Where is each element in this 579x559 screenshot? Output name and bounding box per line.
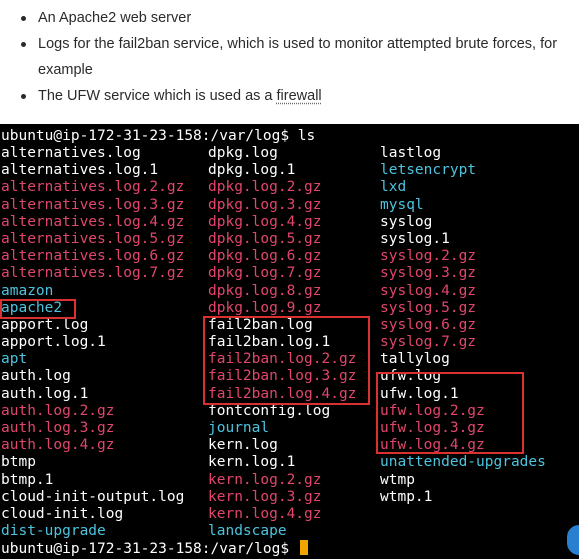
ls-entry-archive: dpkg.log.7.gz [208, 265, 322, 282]
apache2-highlight-box [0, 299, 76, 319]
ls-entry-dir: amazon [1, 282, 54, 299]
ls-entry-dir: mysql [380, 196, 424, 213]
bullet-apache2: An Apache2 web server [21, 5, 578, 31]
ls-entry-dir: landscape [208, 523, 287, 540]
site-logo-icon [567, 525, 579, 555]
ls-entry-archive: alternatives.log.5.gz [1, 230, 185, 247]
ls-entry-dir: apt [1, 351, 28, 368]
ls-entry-file: auth.log [1, 368, 71, 385]
bullet-text: Logs for the fail2ban service, which is … [38, 36, 558, 78]
ls-entry-archive: dpkg.log.5.gz [208, 230, 322, 247]
ls-entry-file: cloud-init.log [1, 505, 124, 522]
ls-entry-file: wtmp [380, 471, 415, 488]
ls-entry-archive: alternatives.log.4.gz [1, 213, 185, 230]
ls-entry-file: syslog [380, 213, 433, 230]
ls-entry-file: apport.log [1, 316, 89, 333]
ls-entry-archive: auth.log.3.gz [1, 420, 115, 436]
terminal-window[interactable]: ubuntu@ip-172-31-23-158:/var/log$ ls alt… [0, 124, 579, 559]
ls-entry-dir: dist-upgrade [1, 523, 106, 540]
ls-entry-archive: dpkg.log.4.gz [208, 213, 322, 230]
ls-entry-archive: syslog.3.gz [380, 265, 477, 282]
ls-entry-dir: lxd [380, 179, 407, 196]
ls-entry-file: syslog.1 [380, 230, 450, 247]
article-excerpt: An Apache2 web server Logs for the fail2… [0, 0, 579, 124]
ls-entry-archive: dpkg.log.2.gz [208, 179, 322, 196]
ls-column-1: alternatives.log alternatives.log.1 altern… [1, 145, 184, 540]
ls-entry-archive: syslog.6.gz [380, 316, 477, 333]
ls-entry-file: wtmp.1 [380, 488, 433, 505]
ls-entry-file: alternatives.log.1 [1, 162, 159, 179]
ls-entry-file: dpkg.log.1 [208, 162, 296, 179]
ls-entry-archive: syslog.5.gz [380, 299, 477, 316]
ls-entry-file: lastlog [380, 145, 442, 161]
ls-entry-archive: alternatives.log.6.gz [1, 248, 185, 265]
ls-entry-file: kern.log.1 [208, 454, 296, 471]
ls-entry-archive: kern.log.4.gz [208, 505, 322, 522]
ls-entry-archive: dpkg.log.6.gz [208, 248, 322, 265]
ls-entry-archive: auth.log.2.gz [1, 402, 115, 419]
ufw-highlight-box [376, 372, 524, 454]
ls-entry-archive: alternatives.log.2.gz [1, 179, 185, 196]
ls-entry-dir: letsencrypt [380, 162, 477, 179]
firewall-link[interactable]: firewall [277, 88, 322, 104]
bullet-fail2ban: Logs for the fail2ban service, which is … [21, 31, 578, 83]
ls-entry-archive: dpkg.log.3.gz [208, 196, 322, 213]
ls-entry-archive: syslog.4.gz [380, 282, 477, 299]
cursor-block [299, 540, 308, 555]
ls-entry-file: alternatives.log [1, 145, 141, 161]
ls-entry-dir: unattended-upgrades [380, 454, 546, 471]
fail2ban-highlight-box [203, 316, 370, 405]
ls-entry-file: kern.log [208, 437, 278, 454]
ls-entry-file: tallylog [380, 351, 450, 368]
ls-entry-archive: alternatives.log.3.gz [1, 196, 185, 213]
ls-entry-file: btmp.1 [1, 471, 54, 488]
ls-entry-dir: journal [208, 420, 270, 436]
ls-entry-archive: kern.log.3.gz [208, 488, 322, 505]
ls-entry-archive: syslog.7.gz [380, 334, 477, 351]
ls-entry-archive: kern.log.2.gz [208, 471, 322, 488]
bullet-text: An Apache2 web server [38, 10, 192, 26]
ls-entry-file: fontconfig.log [208, 402, 331, 419]
bullet-ufw: The UFW service which is used as a firew… [21, 83, 578, 109]
ls-entry-file: auth.log.1 [1, 385, 89, 402]
ls-entry-file: dpkg.log [208, 145, 278, 161]
prompt-text: ubuntu@ip-172-31-23-158:/var/log$ [1, 541, 298, 557]
ls-entry-archive: dpkg.log.8.gz [208, 282, 322, 299]
ls-entry-archive: alternatives.log.7.gz [1, 265, 185, 282]
prompt-ls-command: ubuntu@ip-172-31-23-158:/var/log$ ls [1, 128, 316, 144]
ls-entry-archive: dpkg.log.9.gz [208, 299, 322, 316]
ls-entry-file: btmp [1, 454, 36, 471]
ls-entry-file: apport.log.1 [1, 334, 106, 351]
ls-entry-file: cloud-init-output.log [1, 488, 185, 505]
ls-entry-archive: auth.log.4.gz [1, 437, 115, 454]
bullet-text: The UFW service which is used as a [38, 88, 277, 104]
ls-entry-archive: syslog.2.gz [380, 248, 477, 265]
prompt-current[interactable]: ubuntu@ip-172-31-23-158:/var/log$ [1, 540, 308, 558]
